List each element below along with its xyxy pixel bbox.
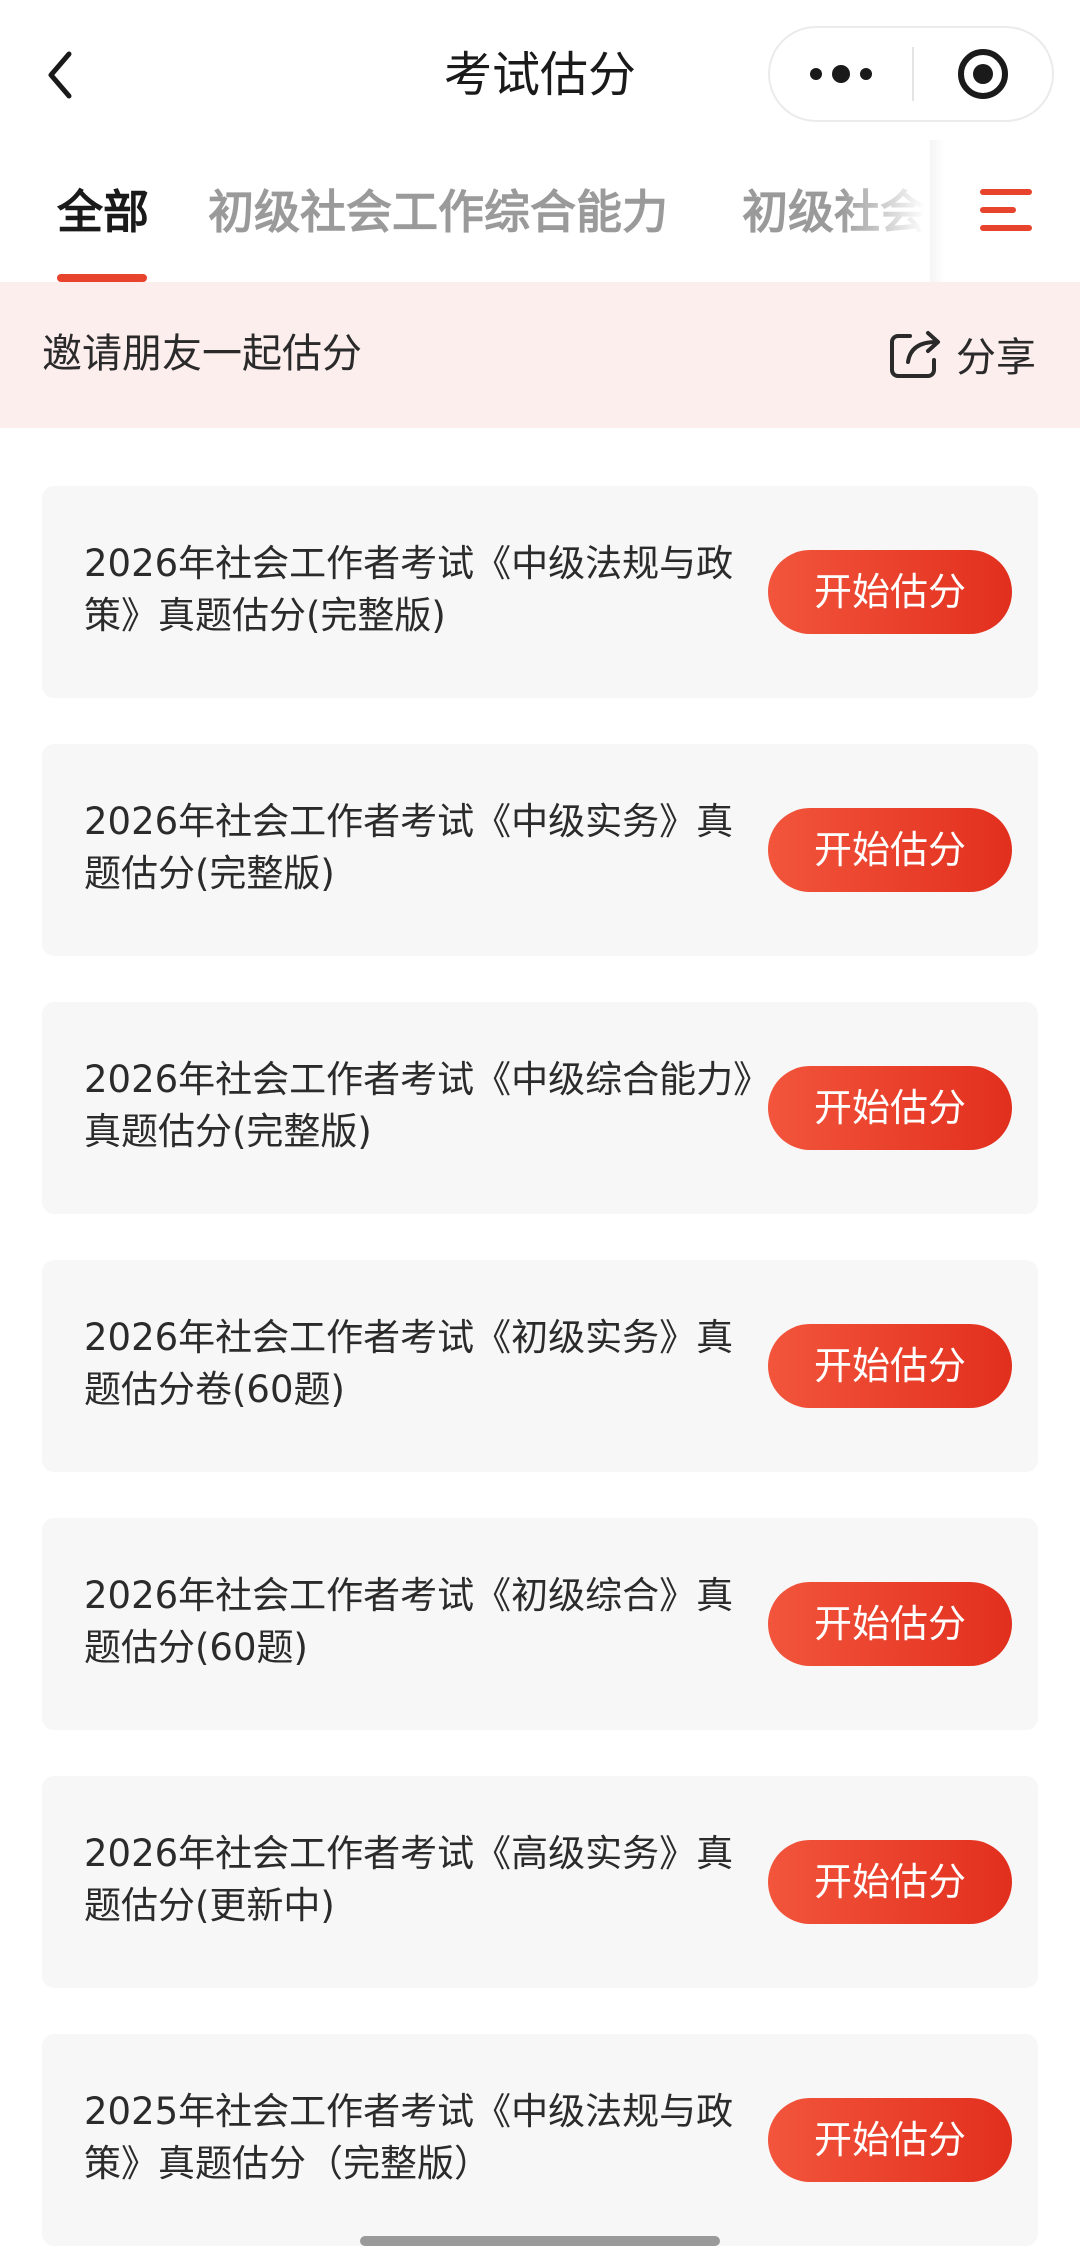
exam-list: 2026年社会工作者考试《中级法规与政策》真题估分(完整版) 开始估分 2026…	[42, 486, 1038, 2254]
start-estimate-button[interactable]: 开始估分	[768, 1840, 1012, 1924]
category-tabs: 全部 初级社会工作综合能力 初级社会	[0, 140, 1080, 282]
exam-title: 2026年社会工作者考试《初级实务》真题估分卷(60题)	[84, 1316, 734, 1411]
chevron-left-icon	[48, 51, 72, 99]
active-tab-indicator	[57, 274, 147, 282]
home-indicator	[360, 2236, 720, 2246]
nav-bar: 考试估分	[0, 0, 1080, 140]
exam-title: 2026年社会工作者考试《中级综合能力》真题估分(完整版)	[84, 1058, 752, 1153]
start-estimate-button[interactable]: 开始估分	[768, 1582, 1012, 1666]
exam-title: 2025年社会工作者考试《中级法规与政策》真题估分（完整版）	[84, 2090, 734, 2185]
tabs-menu-button[interactable]	[966, 170, 1046, 250]
invite-text: 邀请朋友一起估分	[42, 331, 362, 377]
back-button[interactable]	[30, 40, 90, 110]
exam-card: 2025年社会工作者考试《中级法规与政策》真题估分（完整版） 开始估分	[42, 2034, 1038, 2246]
share-button[interactable]: 分享	[888, 318, 1036, 390]
exam-title: 2026年社会工作者考试《初级综合》真题估分(60题)	[84, 1574, 734, 1669]
tab-junior-comprehensive[interactable]: 初级社会工作综合能力	[208, 182, 668, 242]
exam-title: 2026年社会工作者考试《中级法规与政策》真题估分(完整版)	[84, 542, 734, 637]
more-dots-icon	[810, 65, 872, 83]
start-estimate-button[interactable]: 开始估分	[768, 1324, 1012, 1408]
start-estimate-button[interactable]: 开始估分	[768, 1066, 1012, 1150]
tabs-scroll-shadow	[930, 140, 946, 282]
close-mini-program-button[interactable]	[914, 28, 1052, 120]
menu-lines-icon	[980, 189, 1032, 231]
mini-program-capsule	[768, 26, 1054, 122]
share-label: 分享	[956, 335, 1036, 381]
exam-card: 2026年社会工作者考试《高级实务》真题估分(更新中) 开始估分	[42, 1776, 1038, 1988]
exam-card: 2026年社会工作者考试《初级实务》真题估分卷(60题) 开始估分	[42, 1260, 1038, 1472]
share-icon	[890, 331, 940, 378]
tab-junior-practice[interactable]: 初级社会	[742, 182, 926, 242]
exam-card: 2026年社会工作者考试《中级实务》真题估分(完整版) 开始估分	[42, 744, 1038, 956]
start-estimate-button[interactable]: 开始估分	[768, 808, 1012, 892]
exam-card: 2026年社会工作者考试《初级综合》真题估分(60题) 开始估分	[42, 1518, 1038, 1730]
exam-card: 2026年社会工作者考试《中级综合能力》真题估分(完整版) 开始估分	[42, 1002, 1038, 1214]
more-button[interactable]	[770, 28, 912, 120]
target-close-icon	[958, 49, 1008, 99]
start-estimate-button[interactable]: 开始估分	[768, 2098, 1012, 2182]
exam-title: 2026年社会工作者考试《高级实务》真题估分(更新中)	[84, 1832, 734, 1927]
start-estimate-button[interactable]: 开始估分	[768, 550, 1012, 634]
invite-banner: 邀请朋友一起估分 分享	[0, 282, 1080, 428]
exam-title: 2026年社会工作者考试《中级实务》真题估分(完整版)	[84, 800, 734, 895]
tab-all[interactable]: 全部	[57, 182, 149, 242]
exam-card: 2026年社会工作者考试《中级法规与政策》真题估分(完整版) 开始估分	[42, 486, 1038, 698]
